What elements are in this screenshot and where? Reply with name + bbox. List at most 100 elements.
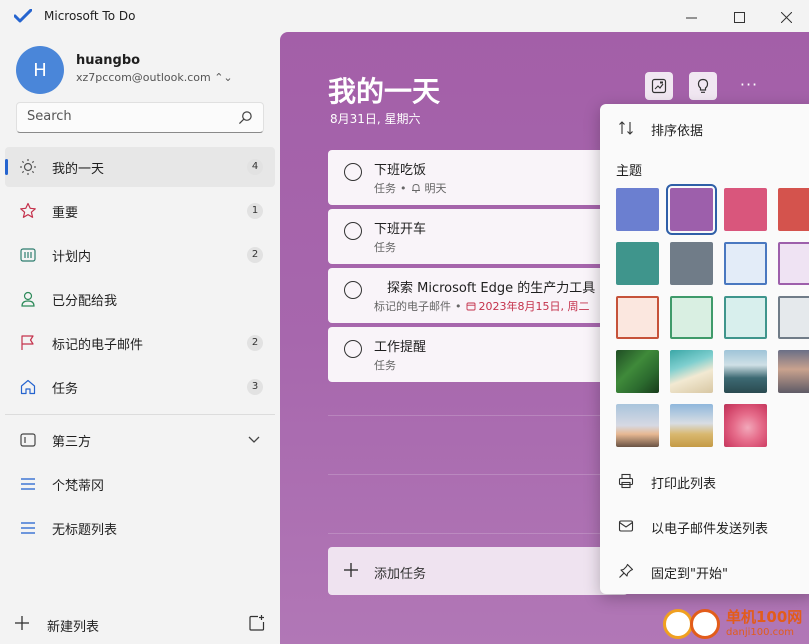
close-icon: [780, 11, 792, 23]
sidebar-item-tasks[interactable]: 任务 3: [5, 367, 275, 407]
theme-swatch-selected[interactable]: [666, 184, 717, 235]
theme-swatch[interactable]: [670, 242, 713, 285]
theme-swatch[interactable]: [724, 242, 767, 285]
theme-swatch[interactable]: [616, 188, 659, 231]
count-badge: 4: [247, 159, 263, 175]
bell-icon: [411, 184, 420, 193]
fern-photo[interactable]: [616, 350, 659, 393]
account-name[interactable]: huangbo: [76, 53, 140, 68]
task-complete-checkbox[interactable]: [344, 281, 362, 299]
task-complete-checkbox[interactable]: [344, 222, 362, 240]
sidebar-item-label: 已分配给我: [52, 294, 118, 309]
minimize-button[interactable]: [668, 0, 714, 34]
sidebar-item-label: 计划内: [52, 250, 92, 265]
task-meta: 任务: [374, 239, 396, 255]
flower-photo[interactable]: [724, 404, 767, 447]
plus-icon: [344, 563, 358, 577]
beach-photo[interactable]: [670, 350, 713, 393]
add-task-input[interactable]: 添加任务: [328, 547, 628, 595]
task-list-name: 任务: [374, 359, 396, 372]
task-item[interactable]: 下班开车 任务: [328, 209, 628, 264]
search-box[interactable]: [16, 102, 264, 133]
sidebar-item-label: 重要: [52, 206, 79, 221]
sunset-photo[interactable]: [778, 350, 809, 393]
sun-icon: [20, 159, 36, 175]
close-button[interactable]: [763, 0, 809, 34]
task-meta: 任务 • 明天: [374, 180, 447, 196]
theme-swatch[interactable]: [724, 188, 767, 231]
new-list-button[interactable]: 新建列表: [47, 616, 99, 635]
sort-menu-item[interactable]: 排序依据: [600, 112, 809, 144]
mountain-photo[interactable]: [724, 350, 767, 393]
title-bar: Microsoft To Do: [0, 0, 809, 34]
sidebar-item-important[interactable]: 重要 1: [5, 191, 275, 231]
minimize-icon: [685, 17, 697, 18]
task-item[interactable]: 探索 Microsoft Edge 的生产力工具 标记的电子邮件 • 2023年…: [328, 268, 628, 323]
lighthouse-photo[interactable]: [616, 404, 659, 447]
account-email[interactable]: xz7pccom@outlook.com ⌃⌄: [76, 71, 233, 84]
watermark-dot-icon: [690, 609, 720, 639]
mail-icon: [618, 520, 634, 532]
watermark-subtext: danji100.com: [726, 627, 794, 638]
theme-swatch[interactable]: [778, 296, 809, 339]
theme-swatch[interactable]: [778, 242, 809, 285]
theme-swatch[interactable]: [670, 296, 713, 339]
sidebar-item-label: 我的一天: [52, 162, 105, 177]
count-badge: 1: [247, 203, 263, 219]
theme-swatch[interactable]: [778, 188, 809, 231]
new-group-icon[interactable]: [248, 614, 266, 632]
maximize-button[interactable]: [716, 0, 762, 34]
chevron-down-icon[interactable]: [247, 432, 261, 446]
task-meta: 标记的电子邮件 • 2023年8月15日, 周二: [374, 298, 589, 314]
search-icon[interactable]: [238, 110, 253, 125]
meta-separator: •: [455, 299, 462, 313]
count-badge: 3: [247, 379, 263, 395]
task-list-name: 标记的电子邮件: [374, 300, 451, 313]
sidebar-list-label: 无标题列表: [52, 523, 118, 538]
sidebar-list-2[interactable]: 无标题列表: [5, 508, 275, 548]
maximize-icon: [733, 11, 745, 23]
new-list-bar: 新建列表: [0, 604, 280, 644]
task-complete-checkbox[interactable]: [344, 163, 362, 181]
theme-swatch[interactable]: [724, 296, 767, 339]
sidebar-group-third-party[interactable]: 第三方: [5, 420, 275, 460]
sidebar-item-my-day[interactable]: 我的一天 4: [5, 147, 275, 187]
page-date: 8月31日, 星期六: [330, 112, 421, 126]
task-title: 下班开车: [374, 222, 427, 237]
meta-separator: •: [400, 181, 407, 195]
todo-logo-icon: [14, 9, 32, 23]
list-options-menu: 排序依据 主题 打印此列表 以电子邮件发送列表 固定到"开始": [600, 104, 809, 594]
plus-icon[interactable]: [13, 614, 31, 632]
task-complete-checkbox[interactable]: [344, 340, 362, 358]
avatar[interactable]: H: [16, 46, 64, 94]
email-label: 以电子邮件发送列表: [651, 522, 769, 537]
suggestions-button[interactable]: [645, 72, 673, 100]
task-list-name: 任务: [374, 182, 396, 195]
print-label: 打印此列表: [651, 477, 717, 492]
field-photo[interactable]: [670, 404, 713, 447]
person-icon: [21, 291, 35, 307]
theme-swatch[interactable]: [616, 242, 659, 285]
sort-label: 排序依据: [651, 124, 704, 139]
sidebar: H huangbo xz7pccom@outlook.com ⌃⌄ 我的一天 4…: [0, 34, 280, 644]
email-menu-item[interactable]: 以电子邮件发送列表: [600, 510, 809, 542]
star-icon: [20, 202, 36, 218]
task-item[interactable]: 下班吃饭 任务 • 明天: [328, 150, 628, 205]
task-item[interactable]: 工作提醒 任务: [328, 327, 628, 382]
list-icon: [21, 478, 35, 490]
pin-menu-item[interactable]: 固定到"开始": [600, 555, 809, 587]
flag-icon: [21, 335, 34, 350]
print-menu-item[interactable]: 打印此列表: [600, 465, 809, 497]
group-icon: [20, 433, 36, 447]
watermark-text: 单机100网: [726, 608, 803, 626]
theme-swatch[interactable]: [616, 296, 659, 339]
sidebar-item-label: 标记的电子邮件: [52, 338, 144, 353]
sidebar-item-assigned[interactable]: 已分配给我: [5, 279, 275, 319]
sidebar-list-1[interactable]: 个梵蒂冈: [5, 464, 275, 504]
search-input[interactable]: [27, 109, 227, 124]
sidebar-item-planned[interactable]: 计划内 2: [5, 235, 275, 275]
more-options-button[interactable]: ···: [735, 72, 763, 100]
sidebar-item-flagged-email[interactable]: 标记的电子邮件 2: [5, 323, 275, 363]
lightbulb-button[interactable]: [689, 72, 717, 100]
home-icon: [20, 379, 36, 395]
